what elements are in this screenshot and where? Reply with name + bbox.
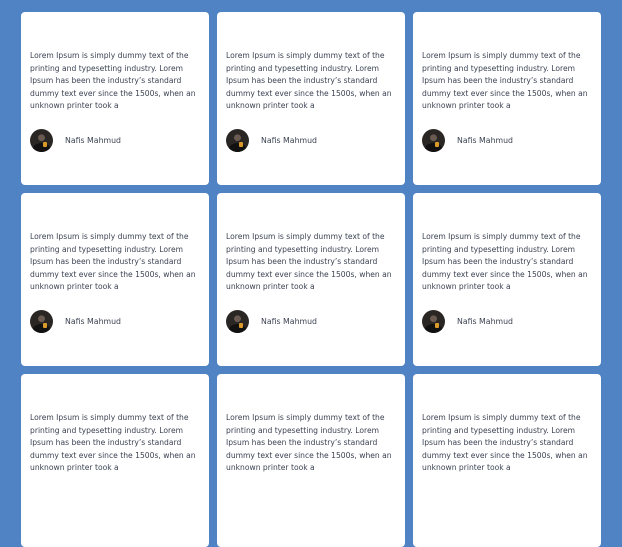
author-info: Nafis Mahmud xyxy=(226,129,396,152)
testimonial-grid: Lorem Ipsum is simply dummy text of the … xyxy=(21,12,601,547)
testimonial-text: Lorem Ipsum is simply dummy text of the … xyxy=(226,413,392,473)
author-name: Nafis Mahmud xyxy=(261,317,317,326)
author-name: Nafis Mahmud xyxy=(65,136,121,145)
testimonial-card: Lorem Ipsum is simply dummy text of the … xyxy=(413,12,601,185)
testimonial-card: Lorem Ipsum is simply dummy text of the … xyxy=(413,193,601,366)
testimonial-card: Lorem Ipsum is simply dummy text of the … xyxy=(217,374,405,547)
testimonial-text: Lorem Ipsum is simply dummy text of the … xyxy=(30,51,196,111)
avatar xyxy=(226,310,249,333)
avatar xyxy=(422,310,445,333)
testimonial-text: Lorem Ipsum is simply dummy text of the … xyxy=(30,232,196,292)
avatar xyxy=(30,310,53,333)
avatar xyxy=(226,129,249,152)
testimonial-text: Lorem Ipsum is simply dummy text of the … xyxy=(422,232,588,292)
testimonial-card: Lorem Ipsum is simply dummy text of the … xyxy=(21,193,209,366)
avatar xyxy=(30,129,53,152)
testimonial-card: Lorem Ipsum is simply dummy text of the … xyxy=(413,374,601,547)
avatar xyxy=(422,129,445,152)
testimonial-text: Lorem Ipsum is simply dummy text of the … xyxy=(226,51,392,111)
testimonial-text: Lorem Ipsum is simply dummy text of the … xyxy=(226,232,392,292)
author-info: Nafis Mahmud xyxy=(422,310,592,333)
author-name: Nafis Mahmud xyxy=(457,136,513,145)
author-name: Nafis Mahmud xyxy=(261,136,317,145)
testimonial-card: Lorem Ipsum is simply dummy text of the … xyxy=(217,12,405,185)
author-name: Nafis Mahmud xyxy=(457,317,513,326)
testimonial-card: Lorem Ipsum is simply dummy text of the … xyxy=(21,374,209,547)
testimonial-card: Lorem Ipsum is simply dummy text of the … xyxy=(21,12,209,185)
author-name: Nafis Mahmud xyxy=(65,317,121,326)
testimonial-text: Lorem Ipsum is simply dummy text of the … xyxy=(422,413,588,473)
author-info: Nafis Mahmud xyxy=(30,129,200,152)
author-info: Nafis Mahmud xyxy=(226,310,396,333)
testimonial-text: Lorem Ipsum is simply dummy text of the … xyxy=(30,413,196,473)
author-info: Nafis Mahmud xyxy=(30,310,200,333)
testimonial-text: Lorem Ipsum is simply dummy text of the … xyxy=(422,51,588,111)
author-info: Nafis Mahmud xyxy=(422,129,592,152)
testimonial-card: Lorem Ipsum is simply dummy text of the … xyxy=(217,193,405,366)
